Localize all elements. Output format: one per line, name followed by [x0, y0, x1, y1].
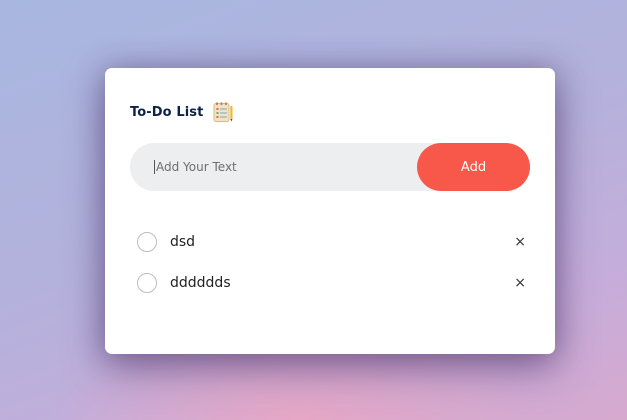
checkbox-circle-icon[interactable] — [137, 272, 157, 293]
title-row: To-Do List — [130, 101, 234, 123]
list-item[interactable]: dddddds × — [137, 262, 527, 303]
input-row: Add — [130, 143, 530, 191]
page-background: { "app": { "title": "To-Do List", "title… — [0, 0, 627, 420]
todo-card: To-Do List Add dsd × — [105, 68, 555, 354]
checkbox-circle-icon[interactable] — [137, 231, 157, 252]
task-text: dddddds — [170, 274, 231, 291]
list-item[interactable]: dsd × — [137, 221, 527, 262]
task-list: dsd × dddddds × — [137, 221, 527, 303]
notepad-icon — [212, 101, 234, 123]
close-icon[interactable]: × — [514, 276, 526, 290]
task-text: dsd — [170, 233, 196, 250]
app-title: To-Do List — [130, 104, 204, 120]
task-input[interactable] — [154, 160, 406, 174]
close-icon[interactable]: × — [514, 235, 526, 249]
add-button[interactable]: Add — [417, 143, 530, 191]
